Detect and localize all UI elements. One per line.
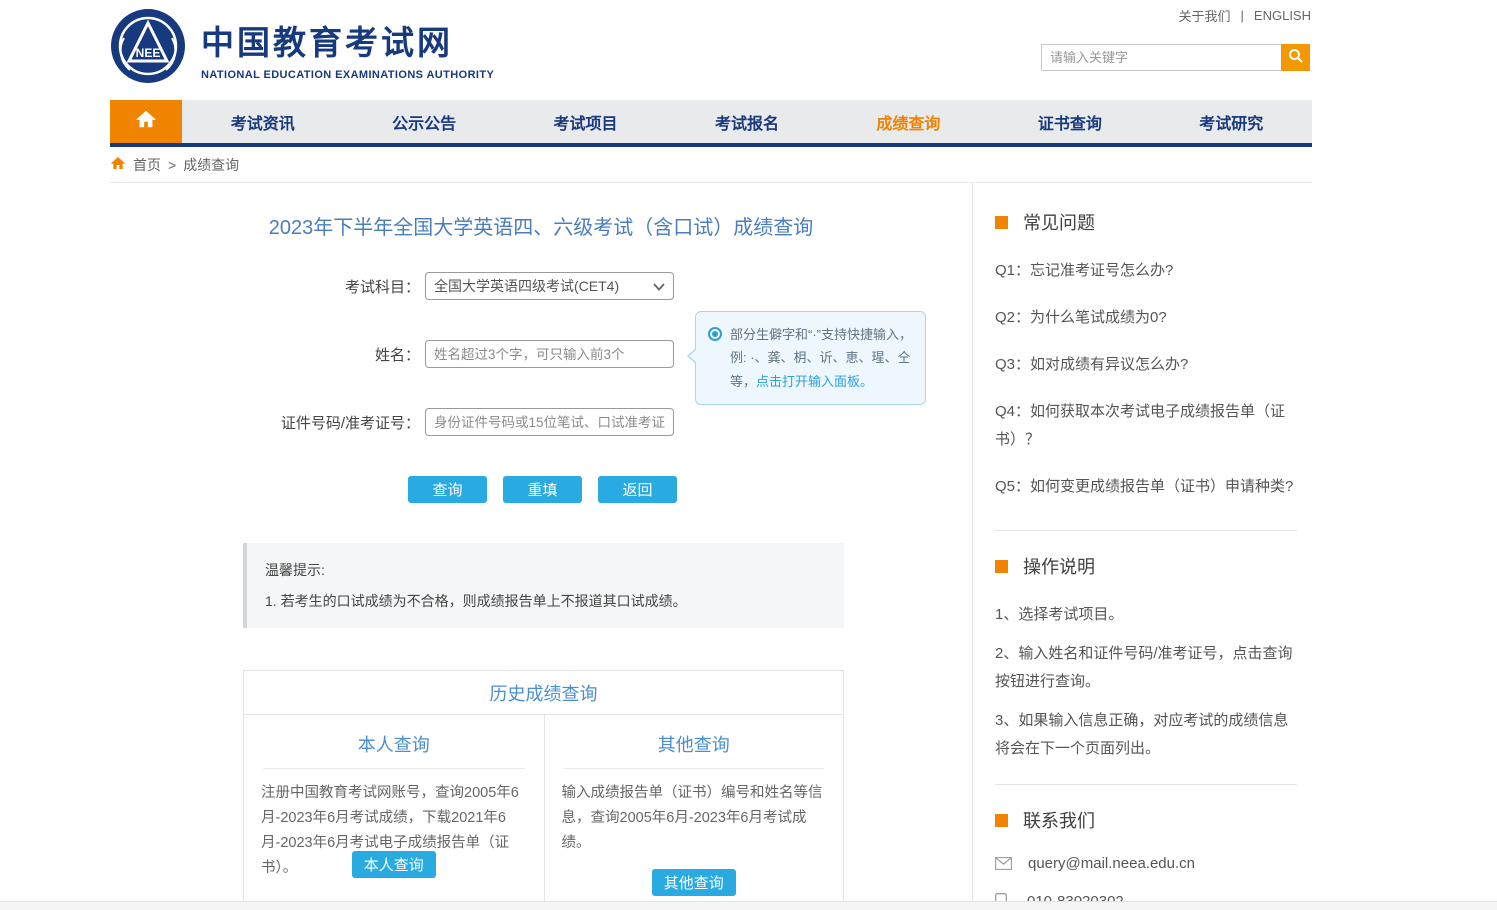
footer-strip: [0, 901, 1497, 910]
notice-title: 温馨提示:: [265, 560, 826, 580]
nav-item-exam-registration[interactable]: 考试报名: [666, 100, 827, 143]
sidebar: 常见问题 Q1：忘记准考证号怎么办? Q2：为什么笔试成绩为0? Q3：如对成绩…: [973, 183, 1311, 903]
links-divider: |: [1241, 8, 1244, 23]
main-nav: 考试资讯 公示公告 考试项目 考试报名 成绩查询 证书查询 考试研究: [110, 100, 1312, 147]
home-icon: [135, 108, 157, 135]
subject-label: 考试科目：: [110, 276, 420, 297]
breadcrumb-separator: >: [168, 157, 176, 173]
other-query-button[interactable]: 其他查询: [652, 869, 736, 896]
search-button[interactable]: [1281, 44, 1310, 71]
history-score-panel: 历史成绩查询 本人查询 注册中国教育考试网账号，查询2005年6月-2023年6…: [243, 670, 844, 910]
score-query-form: 考试科目： 全国大学英语四级考试(CET4) 姓名：: [110, 272, 972, 503]
id-label: 证件号码/准考证号：: [110, 412, 420, 433]
orange-bullet-icon: [995, 814, 1008, 827]
breadcrumb: 首页 > 成绩查询: [110, 147, 1312, 183]
name-input[interactable]: [425, 340, 674, 368]
main-content: 2023年下半年全国大学英语四、六级考试（含口试）成绩查询 考试科目： 全国大学…: [110, 183, 973, 903]
history-panel-title: 历史成绩查询: [244, 671, 843, 715]
self-query-title: 本人查询: [263, 731, 525, 769]
site-search: [1041, 44, 1310, 71]
contact-email[interactable]: query@mail.neea.edu.cn: [1028, 855, 1195, 872]
guide-title: 操作说明: [1023, 553, 1095, 579]
other-query-title: 其他查询: [564, 731, 825, 769]
english-link[interactable]: ENGLISH: [1254, 8, 1311, 23]
header: NEE 中国教育考试网 NATIONAL EDUCATION EXAMINATI…: [0, 0, 1497, 100]
faq-item-q5[interactable]: Q5：如何变更成绩报告单（证书）申请种类?: [995, 473, 1297, 501]
breadcrumb-home[interactable]: 首页: [133, 155, 161, 175]
chevron-down-icon: [653, 278, 665, 294]
open-input-panel-link[interactable]: 点击打开输入面板。: [756, 374, 873, 389]
other-query-card: 其他查询 输入成绩报告单（证书）编号和姓名等信息，查询2005年6月-2023年…: [544, 715, 844, 910]
nav-item-certificate-query[interactable]: 证书查询: [989, 100, 1150, 143]
name-label: 姓名：: [110, 344, 420, 365]
self-query-button[interactable]: 本人查询: [352, 851, 436, 878]
rare-char-tooltip: 部分生僻字和“·”支持快捷输入，例: ·、龚、枂、䜣、恵、瑆、仝等，点击打开输入…: [695, 311, 926, 405]
guide-section: 操作说明 1、选择考试项目。 2、输入姓名和证件号码/准考证号，点击查询按钮进行…: [995, 553, 1297, 785]
orange-bullet-icon: [995, 216, 1008, 229]
site-logo[interactable]: NEE 中国教育考试网 NATIONAL EDUCATION EXAMINATI…: [110, 8, 494, 89]
notice-box: 温馨提示: 1. 若考生的口试成绩为不合格，则成绩报告单上不报道其口试成绩。: [243, 543, 844, 628]
nav-item-exam-news[interactable]: 考试资讯: [182, 100, 343, 143]
other-query-desc: 输入成绩报告单（证书）编号和姓名等信息，查询2005年6月-2023年6月考试成…: [562, 781, 827, 856]
guide-step-2: 2、输入姓名和证件号码/准考证号，点击查询按钮进行查询。: [995, 640, 1297, 696]
neea-emblem-icon: NEE: [110, 8, 186, 89]
contact-section: 联系我们 query@mail.neea.edu.cn: [995, 807, 1297, 910]
breadcrumb-current: 成绩查询: [183, 155, 239, 175]
guide-step-3: 3、如果输入信息正确，对应考试的成绩信息将会在下一个页面列出。: [995, 707, 1297, 763]
search-icon: [1288, 48, 1304, 67]
faq-item-q4[interactable]: Q4：如何获取本次考试电子成绩报告单（证书）？: [995, 398, 1297, 454]
id-number-input[interactable]: [425, 408, 674, 436]
svg-text:NEE: NEE: [136, 46, 161, 60]
subject-select[interactable]: 全国大学英语四级考试(CET4): [425, 272, 674, 300]
faq-section: 常见问题 Q1：忘记准考证号怎么办? Q2：为什么笔试成绩为0? Q3：如对成绩…: [995, 209, 1297, 531]
contact-title: 联系我们: [1023, 807, 1095, 833]
nav-home-button[interactable]: [110, 100, 182, 143]
faq-title: 常见问题: [1023, 209, 1095, 235]
page: NEE 中国教育考试网 NATIONAL EDUCATION EXAMINATI…: [0, 0, 1497, 910]
nav-item-announcements[interactable]: 公示公告: [343, 100, 504, 143]
notice-item: 1. 若考生的口试成绩为不合格，则成绩报告单上不报道其口试成绩。: [265, 591, 826, 611]
self-query-card: 本人查询 注册中国教育考试网账号，查询2005年6月-2023年6月考试成绩，下…: [244, 715, 544, 910]
guide-step-1: 1、选择考试项目。: [995, 601, 1297, 629]
radio-icon: [708, 327, 722, 341]
about-us-link[interactable]: 关于我们: [1179, 6, 1231, 25]
nav-item-score-query[interactable]: 成绩查询: [828, 100, 989, 143]
page-title: 2023年下半年全国大学英语四、六级考试（含口试）成绩查询: [110, 211, 972, 240]
faq-item-q3[interactable]: Q3：如对成绩有异议怎么办?: [995, 351, 1297, 379]
search-input[interactable]: [1041, 44, 1281, 71]
site-name-cn: 中国教育考试网: [201, 16, 494, 64]
faq-item-q1[interactable]: Q1：忘记准考证号怎么办?: [995, 257, 1297, 285]
back-button[interactable]: 返回: [598, 476, 677, 503]
orange-bullet-icon: [995, 560, 1008, 573]
top-links: 关于我们 | ENGLISH: [1179, 6, 1311, 25]
email-icon: [995, 857, 1012, 870]
nav-item-exam-research[interactable]: 考试研究: [1151, 100, 1312, 143]
nav-item-exam-programs[interactable]: 考试项目: [505, 100, 666, 143]
site-name-en: NATIONAL EDUCATION EXAMINATIONS AUTHORIT…: [201, 69, 494, 81]
query-button[interactable]: 查询: [408, 476, 487, 503]
faq-item-q2[interactable]: Q2：为什么笔试成绩为0?: [995, 304, 1297, 332]
breadcrumb-home-icon: [110, 155, 126, 174]
reset-button[interactable]: 重填: [503, 476, 582, 503]
